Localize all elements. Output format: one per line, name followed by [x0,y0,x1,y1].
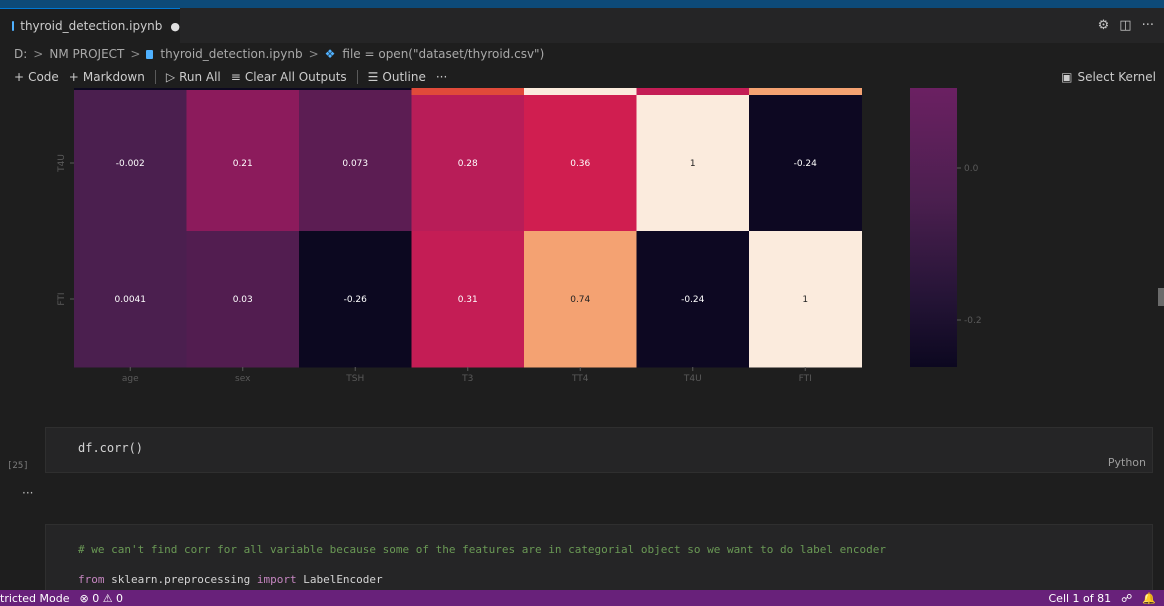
heatmap-value-label: 0.0041 [115,295,147,305]
heatmap-value-label: 1 [690,159,696,169]
chevron-right-icon: > [33,47,44,61]
heatmap-cell-partial [411,88,525,95]
module-name: sklearn.preprocessing [104,573,257,586]
bell-icon[interactable]: 🔔 [1142,592,1156,605]
tab-title: thyroid_detection.ipynb [20,19,163,33]
code-comment: # we can't find corr for all variable be… [78,543,886,556]
heatmap-cell-partial [524,88,637,95]
plus-icon: + [14,69,25,84]
heatmap-cell-partial [636,88,750,95]
feedback-icon[interactable]: ☍ [1121,592,1132,605]
heatmap-row-label: T4U [57,154,67,173]
cell-language-label[interactable]: Python [1108,456,1146,469]
heatmap-value-label: 1 [802,295,808,305]
add-code-label: Code [28,69,59,84]
restricted-mode-indicator[interactable]: tricted Mode [0,592,69,605]
heatmap-value-label: -0.24 [681,295,705,305]
run-all-label: Run All [179,69,221,84]
kernel-icon: ▣ [1061,69,1073,84]
chevron-right-icon: > [308,47,319,61]
colorbar-gradient [910,88,957,367]
problems-indicator[interactable]: ⊗ 0 ⚠ 0 [79,592,123,605]
heatmap-value-label: -0.002 [116,159,145,169]
split-editor-icon[interactable]: ◫ [1119,18,1131,33]
run-all-icon: ▷ [165,69,176,84]
heatmap-cell-partial-edge [74,88,412,90]
toolbar-divider [154,69,156,84]
heatmap-value-label: 0.31 [458,295,478,305]
breadcrumb-drive[interactable]: D: [14,47,27,61]
toolbar-divider [356,69,358,84]
outline-button[interactable]: ☰ Outline [368,70,426,84]
notebook-icon [12,21,15,31]
correlation-heatmap: -0.002 0.21 0.073 0.28 0.36 1 -0.24 0.0041 0.03 -… [57,88,982,384]
heatmap-column-label: FTI [799,374,812,384]
breadcrumb-folder[interactable]: NM PROJECT [49,47,124,61]
heatmap-column-label: T3 [461,374,473,384]
outline-icon: ☰ [367,69,379,84]
heatmap-value-label: 0.36 [570,159,590,169]
status-bar: tricted Mode ⊗ 0 ⚠ 0 Cell 1 of 81 ☍ 🔔 [0,590,1164,606]
tab-thyroid-notebook[interactable]: thyroid_detection.ipynb ● [0,8,180,43]
breadcrumb-file[interactable]: thyroid_detection.ipynb [160,47,302,61]
notebook-viewport[interactable]: -0.002 0.21 0.073 0.28 0.36 1 -0.24 0.0041 0.03 -… [0,88,1164,590]
heatmap-cell-partial [749,88,862,95]
breadcrumb: D: > NM PROJECT > thyroid_detection.ipyn… [0,43,1164,65]
outline-label: Outline [382,69,426,84]
python-cell-icon: ❖ [324,47,336,61]
import-name: LabelEncoder [296,573,383,586]
heatmap-value-label: 0.21 [233,159,253,169]
colorbar-tick-label: -0.2 [964,316,982,326]
plus-icon: + [68,69,79,84]
output-collapsed-icon[interactable]: ··· [22,486,33,500]
add-code-button[interactable]: + Code [14,70,59,84]
toolbar-more-icon[interactable]: ··· [436,70,447,84]
editor-tab-bar: thyroid_detection.ipynb ● ⚙ ◫ ··· [0,8,1164,43]
select-kernel-button[interactable]: ▣ Select Kernel [1061,65,1156,88]
keyword-from: from [78,573,105,586]
scrollbar-thumb[interactable] [1158,288,1164,306]
run-all-button[interactable]: ▷ Run All [166,70,221,84]
heatmap-value-label: 0.03 [233,295,253,305]
breadcrumb-cell[interactable]: file = open("dataset/thyroid.csv") [342,47,544,61]
settings-icon[interactable]: ⚙ [1098,18,1110,33]
keyword-import: import [256,573,297,586]
heatmap-column-label: sex [235,374,251,384]
clear-outputs-label: Clear All Outputs [244,69,347,84]
heatmap-column-label: TT4 [571,374,589,384]
more-actions-icon[interactable]: ··· [1142,18,1154,33]
clear-outputs-icon: ≡ [230,69,241,84]
code-import-line: from sklearn.preprocessing import LabelE… [78,573,383,586]
heatmap-top-edge [74,88,862,95]
cell-position[interactable]: Cell 1 of 81 [1049,592,1112,605]
clear-outputs-button[interactable]: ≡ Clear All Outputs [231,70,347,84]
title-strip [0,0,1164,8]
code-line[interactable]: df.corr() [78,441,143,455]
heatmap-row-labels: T4U FTI [57,154,74,306]
code-cell-label-encoder[interactable]: # we can't find corr for all variable be… [45,524,1153,590]
notebook-toolbar: + Code + Markdown ▷ Run All ≡ Clear All … [0,65,1164,88]
heatmap-value-label: 0.073 [342,159,368,169]
heatmap-value-label: -0.26 [344,295,368,305]
heatmap-column-label: T4U [683,374,702,384]
heatmap-column-label: age [122,374,139,384]
code-cell-df-corr[interactable]: df.corr() Python [45,427,1153,473]
heatmap-row-label: FTI [57,292,67,305]
chevron-right-icon: > [130,47,141,61]
colorbar-tick-label: 0.0 [964,164,979,174]
notebook-icon [146,49,154,59]
add-markdown-label: Markdown [82,69,145,84]
heatmap-column-labels: age sex TSH T3 TT4 T4U FTI [122,367,812,384]
heatmap-value-label: 0.74 [570,295,590,305]
add-markdown-button[interactable]: + Markdown [69,70,145,84]
heatmap-cells: -0.002 0.21 0.073 0.28 0.36 1 -0.24 0.0041 0.03 -… [74,95,862,368]
execution-count: [25] [7,461,29,471]
select-kernel-label: Select Kernel [1077,69,1156,84]
heatmap-value-label: 0.28 [458,159,478,169]
heatmap-value-label: -0.24 [794,159,818,169]
unsaved-dot-icon[interactable]: ● [170,20,180,33]
heatmap-column-label: TSH [345,374,364,384]
heatmap-colorbar: 0.0 -0.2 [910,88,982,367]
